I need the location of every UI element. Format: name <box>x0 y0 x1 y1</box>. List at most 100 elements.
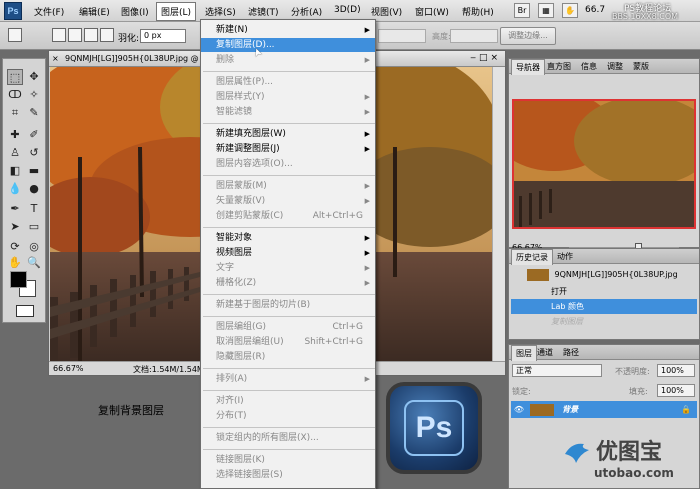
lasso-tool-icon[interactable]: ↀ <box>7 87 23 103</box>
navigator-tabs: 导航器 直方图 信息 调整 蒙版 <box>509 59 699 75</box>
crop-tool-icon[interactable]: ⌗ <box>7 105 23 121</box>
close-doc-icon[interactable]: × <box>52 54 62 64</box>
blend-mode-select[interactable]: 正常 <box>512 364 602 377</box>
tab-masks[interactable]: 蒙版 <box>633 61 649 72</box>
layer-row-background[interactable]: 👁 背景 🔒 <box>511 401 697 418</box>
menu-item-8[interactable]: 新建填充图层(W) ▶ <box>201 127 375 141</box>
marquee-preset-icon[interactable] <box>8 28 22 42</box>
menu-filter[interactable]: 滤镜(T) <box>248 5 279 18</box>
pen-tool-icon[interactable]: ✒ <box>7 201 23 217</box>
menu-analysis[interactable]: 分析(A) <box>291 5 322 18</box>
menu-edit[interactable]: 编辑(E) <box>79 5 110 18</box>
submenu-arrow-icon: ▶ <box>364 197 370 205</box>
menu-item-label: 智能对象 <box>216 233 253 243</box>
menu-item-1[interactable]: 复制图层(D)... <box>201 38 375 52</box>
history-step-faded[interactable]: 复制图层 <box>511 314 697 329</box>
fill-input[interactable]: 100% <box>657 384 695 397</box>
menu-item-label: 创建剪贴蒙版(C) <box>216 211 284 221</box>
foreground-color-swatch[interactable] <box>10 271 27 288</box>
vertical-scrollbar[interactable] <box>492 67 505 363</box>
menu-item-19: 栅格化(Z) ▶ <box>201 276 375 290</box>
feather-input[interactable]: 0 px <box>140 29 186 43</box>
move-tool-icon[interactable]: ✥ <box>26 69 42 85</box>
tab-history[interactable]: 历史记录 <box>511 249 553 265</box>
dodge-tool-icon[interactable]: ● <box>26 181 42 197</box>
blur-tool-icon[interactable]: 💧 <box>7 181 23 197</box>
mini-bridge-icon[interactable]: ▦ <box>538 3 554 18</box>
menu-image[interactable]: 图像(I) <box>121 5 149 18</box>
healing-brush-tool-icon[interactable]: ✚ <box>7 127 23 143</box>
menu-item-label: 新建调整图层(J) <box>216 144 280 154</box>
opacity-input[interactable]: 100% <box>657 364 695 377</box>
history-step-selected[interactable]: Lab 颜色 <box>511 299 697 314</box>
submenu-arrow-icon: ▶ <box>364 182 370 190</box>
type-tool-icon[interactable]: T <box>26 201 42 217</box>
quick-mask-icon[interactable] <box>16 305 34 317</box>
menu-item-label: 文字 <box>216 263 235 273</box>
menu-layer[interactable]: 图层(L) <box>156 2 197 21</box>
menu-view[interactable]: 视图(V) <box>371 5 402 18</box>
menu-item-label: 视频图层 <box>216 248 253 258</box>
menu-window[interactable]: 窗口(W) <box>415 5 449 18</box>
path-selection-tool-icon[interactable]: ➤ <box>7 219 23 235</box>
menu-item-9[interactable]: 新建调整图层(J) ▶ <box>201 142 375 156</box>
tab-histogram[interactable]: 直方图 <box>547 61 571 72</box>
menu-item-label: 图层编组(G) <box>216 322 266 332</box>
tab-channels[interactable]: 通道 <box>537 347 553 358</box>
gradient-tool-icon[interactable]: ▬ <box>26 163 42 179</box>
opacity-label: 不透明度: <box>615 367 650 376</box>
navigator-view-frame[interactable] <box>512 99 696 229</box>
magic-wand-tool-icon[interactable]: ✧ <box>26 87 42 103</box>
history-brush-tool-icon[interactable]: ↺ <box>26 145 42 161</box>
menu-item-17[interactable]: 视频图层 ▶ <box>201 246 375 260</box>
history-step[interactable]: 打开 <box>511 284 697 299</box>
height-field <box>450 29 498 43</box>
add-selection-icon[interactable] <box>68 28 82 42</box>
tab-adjustments[interactable]: 调整 <box>607 61 623 72</box>
bridge-icon[interactable]: Br <box>514 3 530 18</box>
tab-actions[interactable]: 动作 <box>557 251 573 262</box>
3d-orbit-tool-icon[interactable]: ◎ <box>26 239 42 255</box>
menu-item-shortcut: Alt+Ctrl+G <box>312 211 363 221</box>
menu-item-shortcut: Shift+Ctrl+G <box>304 337 363 347</box>
menu-item-0[interactable]: 新建(N) ▶ <box>201 23 375 37</box>
intersect-selection-icon[interactable] <box>100 28 114 42</box>
marquee-tool-icon[interactable]: ⬚ <box>7 69 23 85</box>
eye-visibility-icon[interactable]: 👁 <box>511 401 527 418</box>
menu-3d[interactable]: 3D(D) <box>334 5 361 15</box>
tab-navigator[interactable]: 导航器 <box>511 59 545 75</box>
menu-item-label: 取消图层编组(U) <box>216 337 284 347</box>
tab-layers[interactable]: 图层 <box>511 345 537 361</box>
zoom-tool-icon[interactable]: 🔍 <box>26 255 42 271</box>
submenu-arrow-icon: ▶ <box>364 145 370 153</box>
menu-item-13: 矢量蒙版(V) ▶ <box>201 194 375 208</box>
submenu-arrow-icon: ▶ <box>364 249 370 257</box>
menu-item-16[interactable]: 智能对象 ▶ <box>201 231 375 245</box>
eraser-tool-icon[interactable]: ◧ <box>7 163 23 179</box>
history-snapshot[interactable]: 9QNMJH[LG]]905H{0L38UP.jpg <box>511 267 697 282</box>
shape-tool-icon[interactable]: ▭ <box>26 219 42 235</box>
menu-help[interactable]: 帮助(H) <box>462 5 494 18</box>
hand-tool-icon[interactable]: ✋ <box>7 255 23 271</box>
fill-label: 填充: <box>629 387 648 396</box>
menu-select[interactable]: 选择(S) <box>205 5 236 18</box>
tab-info[interactable]: 信息 <box>581 61 597 72</box>
menu-file[interactable]: 文件(F) <box>34 5 64 18</box>
status-doc-size[interactable]: 文档:1.54M/1.54M <box>133 364 204 375</box>
menu-separator <box>203 123 375 124</box>
tab-paths[interactable]: 路径 <box>563 347 579 358</box>
3d-rotate-tool-icon[interactable]: ⟳ <box>7 239 23 255</box>
status-zoom[interactable]: 66.67% <box>53 364 84 373</box>
photoshop-logo-icon[interactable]: Ps <box>4 2 22 20</box>
hand-view-icon[interactable]: ✋ <box>562 3 578 18</box>
height-label: 高度: <box>432 32 451 41</box>
subtract-selection-icon[interactable] <box>84 28 98 42</box>
window-controls[interactable]: ‒□× <box>470 53 501 63</box>
brush-tool-icon[interactable]: ✐ <box>26 127 42 143</box>
menu-item-34: 链接图层(K) <box>201 453 375 467</box>
clone-stamp-tool-icon[interactable]: ♙ <box>7 145 23 161</box>
new-selection-icon[interactable] <box>52 28 66 42</box>
refine-edge-button[interactable]: 调整边缘... <box>500 27 556 45</box>
eyedropper-tool-icon[interactable]: ✎ <box>26 105 42 121</box>
zoom-level[interactable]: 66.7 <box>585 5 605 15</box>
